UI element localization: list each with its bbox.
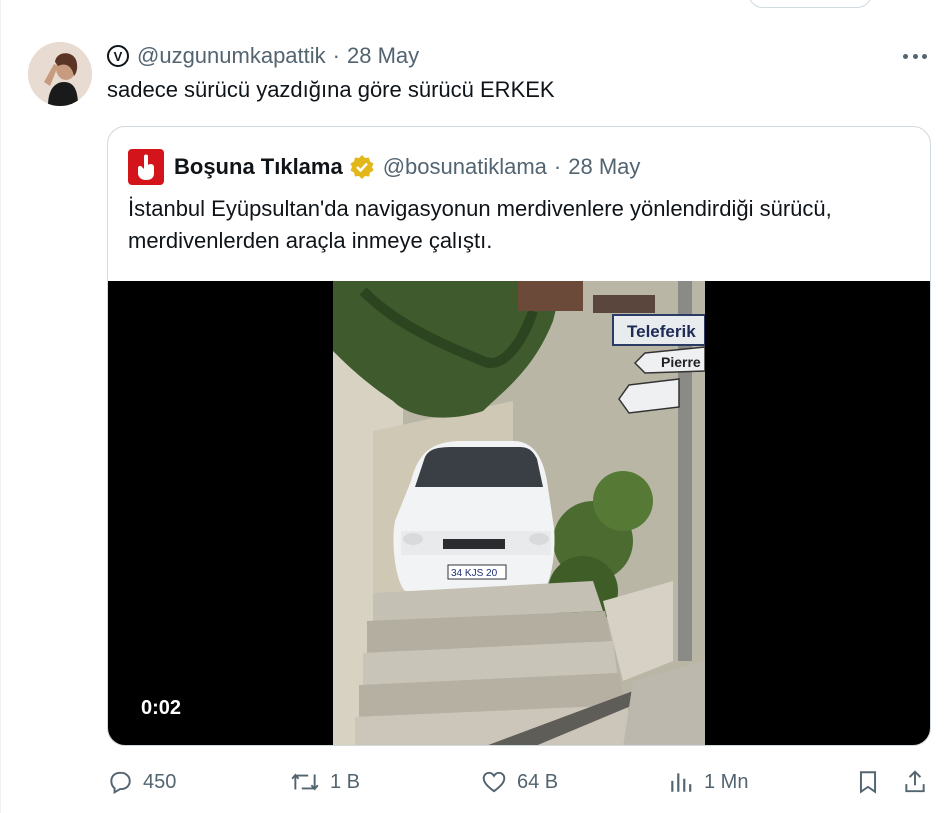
bosuna-tiklama-logo-icon[interactable] — [128, 149, 164, 185]
v-circle-icon: V — [107, 45, 129, 67]
more-options-icon[interactable] — [900, 44, 930, 68]
views-button[interactable]: 1 Mn — [668, 762, 748, 802]
tweet-header: V @uzgunumkapattik · 28 May — [107, 42, 419, 70]
quoted-author-name[interactable]: Boşuna Tıklama — [174, 154, 343, 180]
video-frame: Teleferik Pierre 34 KJS 20 — [333, 281, 705, 745]
license-plate: 34 KJS 20 — [451, 568, 498, 579]
separator-dot: · — [553, 154, 562, 179]
like-count: 64 B — [517, 770, 559, 793]
share-button[interactable] — [902, 762, 938, 802]
bookmark-button[interactable] — [855, 762, 891, 802]
car-on-stairs-image: Teleferik Pierre 34 KJS 20 — [333, 281, 705, 745]
reply-icon — [110, 771, 131, 795]
verified-badge-icon — [349, 154, 375, 180]
quoted-tweet-card[interactable]: Boşuna Tıklama @bosunatiklama · 28 May İ… — [107, 126, 931, 746]
share-icon — [905, 770, 925, 793]
quoted-author-handle[interactable]: @bosunatiklama — [383, 154, 547, 180]
like-button[interactable]: 64 B — [481, 762, 558, 802]
pierre-sign: Pierre — [661, 354, 701, 370]
tweet-text: sadece sürücü yazdığına göre sürücü ERKE… — [107, 77, 555, 102]
video-player[interactable]: Teleferik Pierre 34 KJS 20 0:02 — [108, 281, 930, 745]
heart-icon — [482, 771, 506, 793]
repost-icon — [291, 773, 319, 791]
video-timer: 0:02 — [141, 697, 182, 719]
repost-button[interactable]: 1 B — [290, 762, 360, 802]
bookmark-icon — [859, 771, 877, 794]
reply-button[interactable]: 450 — [107, 762, 176, 802]
teleferik-sign: Teleferik — [627, 322, 696, 341]
view-count: 1 Mn — [704, 770, 749, 793]
repost-count: 1 B — [330, 770, 361, 793]
tweet-actions-bar: 450 1 B 64 B 1 Mn — [0, 762, 950, 802]
analytics-icon — [671, 773, 692, 792]
previous-tweet-button[interactable] — [748, 0, 872, 8]
avatar[interactable] — [28, 42, 92, 106]
separator-dot: · — [332, 43, 340, 68]
quoted-tweet-header: Boşuna Tıklama @bosunatiklama · 28 May — [128, 149, 640, 185]
reply-count: 450 — [143, 770, 177, 793]
author-handle[interactable]: @uzgunumkapattik — [137, 43, 326, 69]
quoted-tweet-text: İstanbul Eyüpsultan'da navigasyonun merd… — [128, 196, 832, 253]
user-avatar-icon — [28, 42, 92, 106]
tweet-date[interactable]: 28 May — [347, 43, 419, 69]
timeline-border — [0, 0, 1, 813]
quoted-tweet-date[interactable]: 28 May — [568, 154, 640, 180]
